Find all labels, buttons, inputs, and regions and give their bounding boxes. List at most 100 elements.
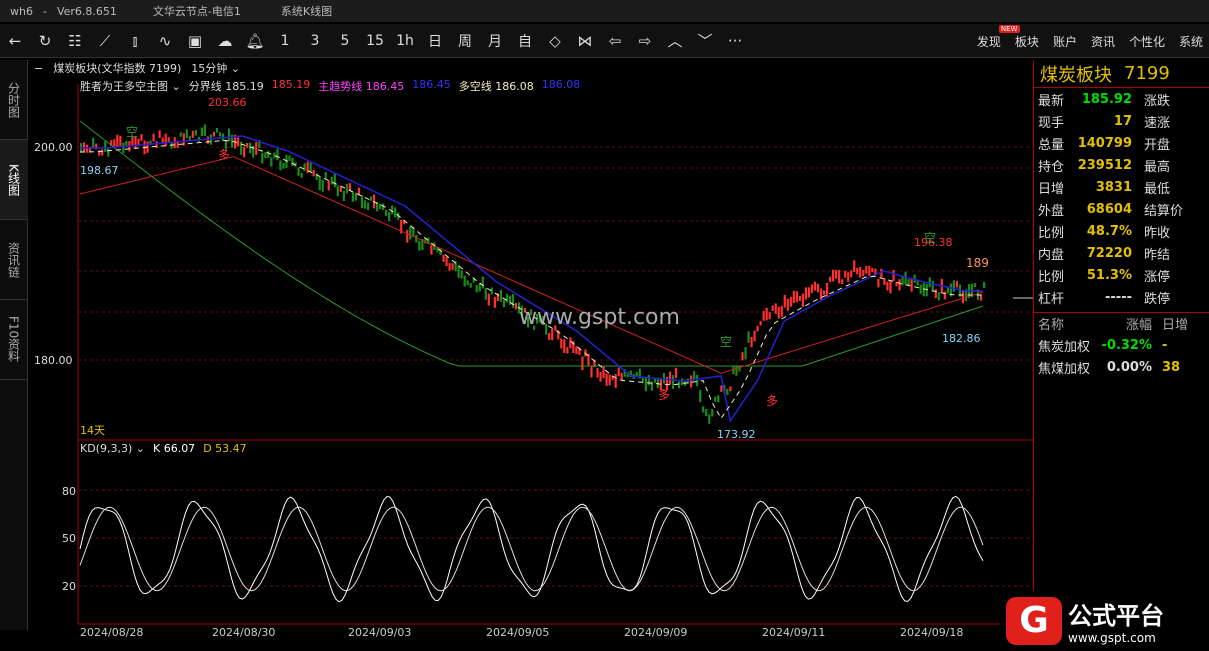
period-custom[interactable]: 自 [510,27,540,55]
candlestick-icon[interactable]: ⫾ [120,27,150,55]
candle [360,194,364,209]
cloud-icon[interactable]: ☁ [210,27,240,55]
candle [203,124,207,136]
menu-discover[interactable]: 发现 NEW [977,24,1020,50]
candle [457,265,460,278]
more-button[interactable]: ··· [720,27,750,55]
x-label: 2024/09/05 [486,626,550,639]
candle [409,226,412,240]
app-version: Ver6.8.651 [56,4,117,18]
period-15min[interactable]: 15 [360,27,390,55]
period-select[interactable]: 15分钟 ⌄ [191,60,240,76]
candle [303,163,306,172]
menu-sector[interactable]: 板块 [1015,33,1039,50]
candle [200,127,204,137]
period-1min[interactable]: 1 [270,27,300,55]
indicator-select[interactable]: 胜者为王多空主图 ⌄ [80,78,181,93]
instrument-code: 7199 [1124,63,1170,84]
instrument-label[interactable]: 煤炭板块(文华指数 7199) [53,60,181,76]
candle [385,209,388,216]
col-name[interactable]: 名称 [1034,314,1094,333]
col-daily[interactable]: 日增 [1158,314,1188,333]
candle [856,267,859,275]
list-item[interactable]: 焦煤加权 0.00% 38 [1034,356,1209,378]
tab-f10[interactable]: F10资料 [0,300,28,380]
kd-k-value: K 66.07 [152,442,196,455]
candle [934,289,937,299]
candle [596,367,599,378]
candle [744,347,747,360]
candle [493,296,496,308]
draw-tool-icon[interactable]: ∿ [150,27,180,55]
candle [466,280,469,286]
candle [789,297,792,307]
period-5min[interactable]: 5 [330,27,360,55]
y-label-200: 200.00 [34,141,73,154]
kd-select[interactable]: KD(9,3,3) ⌄ [80,442,145,456]
tab-news-chain[interactable]: 资讯链 [0,220,28,300]
menu-personalize[interactable]: 个性化 [1129,33,1165,50]
candle [762,310,765,321]
quote-value: 72220 [1086,245,1132,261]
refresh-icon[interactable]: ↻ [30,27,60,55]
candle [363,200,367,209]
candle [330,176,333,185]
menu-account[interactable]: 账户 [1053,33,1077,50]
candle [983,281,986,289]
period-month[interactable]: 月 [480,27,510,55]
candle [415,234,418,243]
candle [116,134,119,148]
gspt-logo: G 公式平台 www.gspt.com [1000,590,1209,651]
tab-kline[interactable]: K线图 [0,140,28,220]
candle [955,280,959,288]
candle [792,290,795,304]
candle [406,230,409,243]
candle [877,278,880,288]
candle [508,295,512,305]
menu-system[interactable]: 系统 [1179,33,1203,50]
scroll-right-icon[interactable]: ⇨ [630,27,660,55]
indicator-icon[interactable]: ▣ [180,27,210,55]
candle [910,278,913,292]
table-icon[interactable]: ☷ [60,27,90,55]
candle [442,254,445,262]
candle [795,291,798,303]
minus-icon[interactable]: − [34,62,43,75]
quote-label: 速涨 [1144,115,1171,131]
quote-label: 比例 [1038,225,1065,241]
quote-label: 日增 [1038,181,1065,197]
period-week[interactable]: 周 [450,27,480,55]
candle [273,152,276,159]
tab-timeshare[interactable]: 分时图 [0,60,28,140]
candle [318,176,321,191]
candle [345,183,348,194]
candle [460,270,463,279]
quote-value: ----- [1105,289,1132,305]
menu-news[interactable]: 资讯 [1091,33,1115,50]
candle [119,135,122,146]
days-label: 14天 [80,424,105,437]
zoom-out-icon[interactable]: ⋈ [570,27,600,55]
zoom-in-icon[interactable]: ◇ [540,27,570,55]
scroll-left-icon[interactable]: ⇦ [600,27,630,55]
chevron-up-icon[interactable]: ︿ [660,27,690,55]
period-day[interactable]: 日 [420,27,450,55]
chevron-down-icon[interactable]: ﹀ [690,27,720,55]
line-chart-icon[interactable]: ⟋ [90,27,120,55]
quote-label: 昨结 [1144,247,1171,263]
kong-marker: 空 [924,231,936,245]
candle [161,137,164,143]
period-3min[interactable]: 3 [300,27,330,55]
candle [865,265,868,274]
alarm-bell-icon[interactable]: 🔔︎ [240,27,270,55]
list-item[interactable]: 焦炭加权 -0.32% - [1034,334,1209,356]
period-1hour[interactable]: 1h [390,27,420,55]
candle [786,298,789,311]
col-change[interactable]: 涨幅 [1094,314,1158,333]
candle [813,281,817,291]
quote-panel: 煤炭板块 7199 最新 185.92 涨跌 现手 17 速涨 总量 140799 开盘 持仓 23… [1033,60,1209,630]
candle [92,137,95,149]
back-arrow-icon[interactable]: ← [0,27,30,55]
left-sidebar: 分时图 K线图 资讯链 F10资料 [0,60,28,630]
chart-area[interactable]: www.gspt.com 203.66 198.67 173.92 196.38… [28,76,1033,626]
